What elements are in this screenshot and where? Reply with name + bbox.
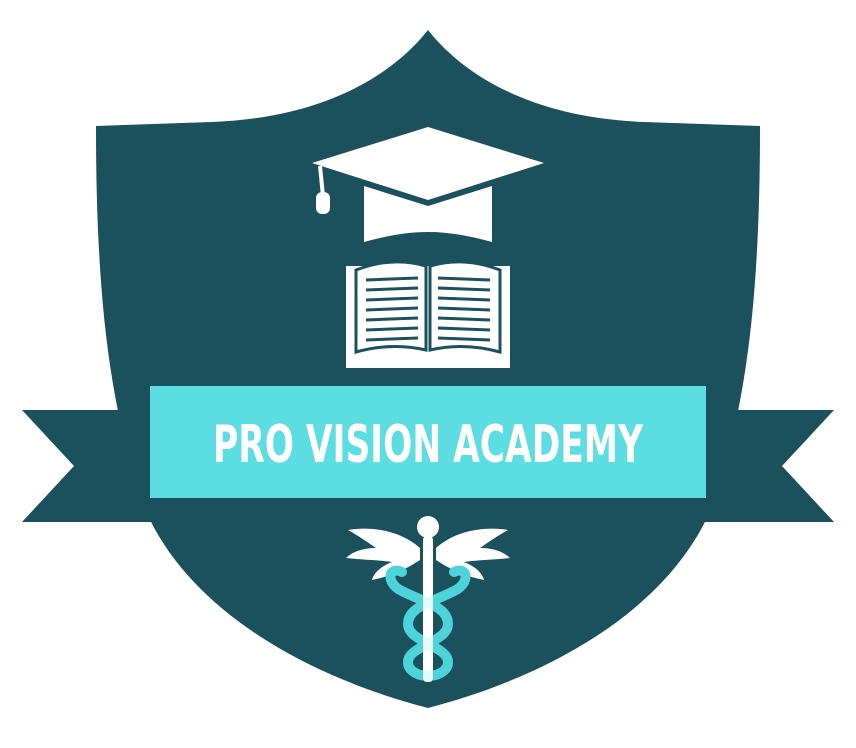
academy-name: PRO VISION ACADEMY — [213, 415, 644, 475]
open-book-icon — [346, 260, 510, 368]
academy-logo-graphic: PRO VISION ACADEMY — [22, 30, 834, 708]
academy-logo: PRO VISION ACADEMY — [0, 0, 856, 748]
